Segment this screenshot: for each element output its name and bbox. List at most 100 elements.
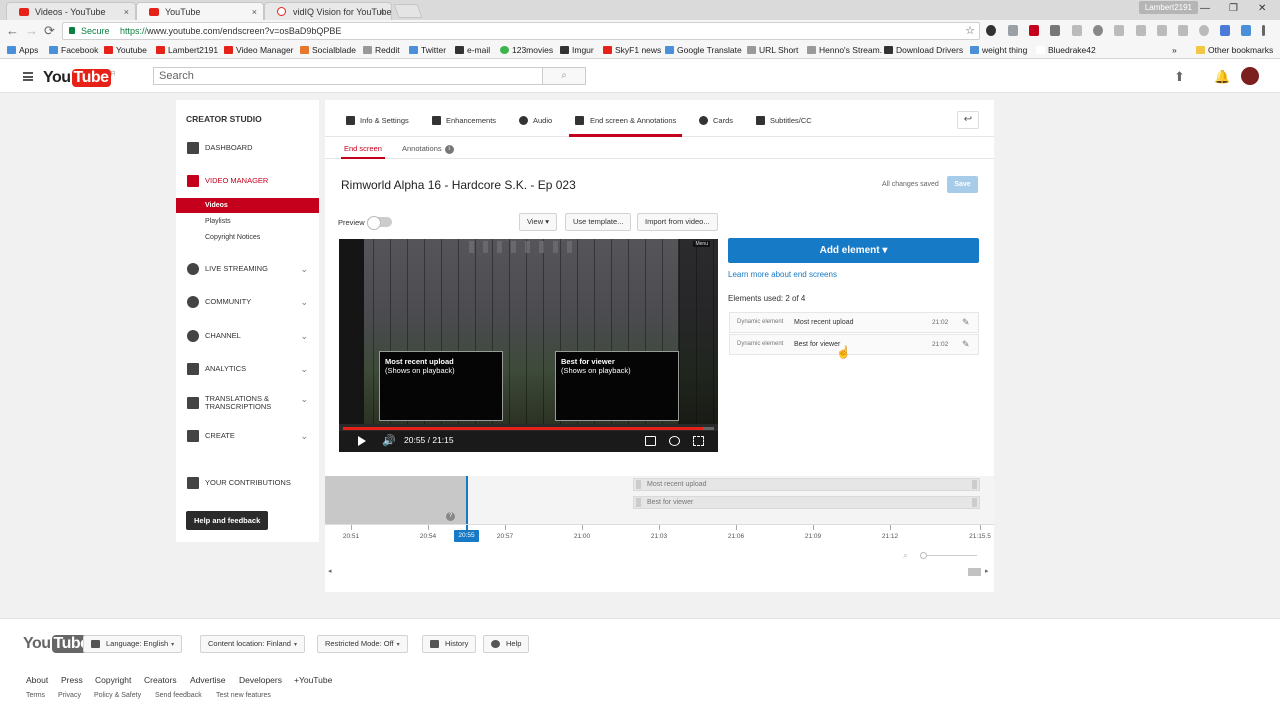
footer-link-developers[interactable]: Developers <box>239 675 282 685</box>
vidiq-extension-icon[interactable] <box>1241 25 1251 36</box>
upload-icon[interactable]: ⬆ <box>1174 69 1185 85</box>
add-element-button[interactable]: Add element ▾ <box>728 238 979 263</box>
video-progress-bar[interactable] <box>343 427 714 430</box>
use-template-button[interactable]: Use template... <box>565 213 632 231</box>
info-icon[interactable]: i <box>444 144 454 154</box>
extension-icon[interactable] <box>1050 25 1060 36</box>
extension-icon[interactable] <box>1008 25 1018 36</box>
bookmarks-more-icon[interactable]: » <box>1172 44 1177 57</box>
bookmark-reddit[interactable]: Reddit <box>363 44 400 57</box>
help-icon[interactable]: ? <box>446 512 455 521</box>
bookmark-apps[interactable]: Apps <box>7 44 38 57</box>
import-from-video-button[interactable]: Import from video... <box>637 213 718 231</box>
sidebar-sub-copyright[interactable]: Copyright Notices <box>176 230 319 245</box>
sidebar-item-create[interactable]: CREATE ⌄ <box>176 428 319 444</box>
search-button[interactable]: ⌕ <box>542 67 586 85</box>
hamburger-menu-icon[interactable] <box>23 72 33 81</box>
timeline[interactable]: Most recent upload Best for viewer ? <box>325 476 994 524</box>
profile-badge[interactable]: Lambert2191 <box>1138 1 1198 14</box>
sidebar-item-contributions[interactable]: YOUR CONTRIBUTIONS <box>176 475 319 491</box>
minimize-icon[interactable]: — <box>1200 3 1210 14</box>
browser-tab-vidiq[interactable]: vidIQ Vision for YouTube × <box>264 2 392 20</box>
bookmark-henno[interactable]: Henno's Stream. <box>807 44 882 57</box>
timeline-scrollbar[interactable]: ◂ ▸ <box>328 568 991 576</box>
pencil-edit-icon[interactable]: ✎ <box>962 313 970 332</box>
footer-link-test-features[interactable]: Test new features <box>216 692 271 699</box>
extension-icon[interactable] <box>1220 25 1230 36</box>
bookmark-youtube[interactable]: Youtube <box>104 44 147 57</box>
bookmark-star-icon[interactable]: ☆ <box>965 23 975 39</box>
learn-more-link[interactable]: Learn more about end screens <box>728 270 837 279</box>
scroll-right-icon[interactable]: ▸ <box>985 567 989 575</box>
footer-link-advertise[interactable]: Advertise <box>190 675 225 685</box>
fullscreen-icon[interactable] <box>693 436 704 446</box>
browser-tab-youtube[interactable]: YouTube × <box>136 2 264 20</box>
bookmark-google-translate[interactable]: Google Translate <box>665 44 742 57</box>
extension-icon[interactable] <box>986 25 996 36</box>
reload-icon[interactable]: ⟳ <box>44 24 55 38</box>
footer-link-terms[interactable]: Terms <box>26 692 45 699</box>
tab-info-settings[interactable]: Info & Settings <box>344 100 409 137</box>
bookmark-imgur[interactable]: Imgur <box>560 44 594 57</box>
timeline-row-best[interactable]: Best for viewer <box>633 496 980 509</box>
element-row-best[interactable]: Dynamic element Best for viewer 21:02 ✎ <box>729 334 979 355</box>
volume-icon[interactable]: 🔊 <box>382 434 396 447</box>
footer-link-policy[interactable]: Policy & Safety <box>94 692 141 699</box>
sidebar-sub-playlists[interactable]: Playlists <box>176 214 319 229</box>
notifications-bell-icon[interactable]: 🔔 <box>1214 69 1230 85</box>
footer-link-feedback[interactable]: Send feedback <box>155 692 202 699</box>
bookmark-skyf1[interactable]: SkyF1 news <box>603 44 661 57</box>
extension-icon[interactable] <box>1072 25 1082 36</box>
close-icon[interactable]: × <box>380 3 385 20</box>
sidebar-item-video-manager[interactable]: VIDEO MANAGER <box>176 173 319 189</box>
sidebar-item-channel[interactable]: CHANNEL ⌄ <box>176 328 319 344</box>
video-player[interactable]: Menu Most recent upload (Shows on playbac… <box>339 239 718 452</box>
restore-icon[interactable]: ❐ <box>1229 3 1238 14</box>
bookmark-weight[interactable]: weight thing <box>970 44 1027 57</box>
browser-tab-videos[interactable]: Videos - YouTube × <box>6 2 136 20</box>
avatar[interactable] <box>1241 67 1259 85</box>
footer-link-copyright[interactable]: Copyright <box>95 675 131 685</box>
tab-subtitles[interactable]: Subtitles/CC <box>754 100 812 137</box>
scroll-thumb[interactable] <box>968 568 981 576</box>
tab-enhancements[interactable]: Enhancements <box>430 100 496 137</box>
element-row-recent[interactable]: Dynamic element Most recent upload 21:02… <box>729 312 979 333</box>
bookmark-facebook[interactable]: Facebook <box>49 44 98 57</box>
tab-audio[interactable]: Audio <box>517 100 552 137</box>
extension-icon[interactable] <box>1199 25 1209 36</box>
footer-link-press[interactable]: Press <box>61 675 83 685</box>
restricted-mode-dropdown[interactable]: Restricted Mode: Off ▾ <box>317 635 408 653</box>
bookmark-drivers[interactable]: Download Drivers <box>884 44 963 57</box>
zoom-slider[interactable]: ⌕ <box>903 550 979 560</box>
tab-cards[interactable]: Cards <box>697 100 733 137</box>
extension-icon[interactable] <box>1029 25 1039 36</box>
close-window-icon[interactable]: ✕ <box>1258 3 1266 14</box>
url-field[interactable]: Secure https://www.youtube.com/endscreen… <box>62 22 980 40</box>
extension-icon[interactable] <box>1178 25 1188 36</box>
close-icon[interactable]: × <box>124 3 129 20</box>
sidebar-item-analytics[interactable]: ANALYTICS ⌄ <box>176 361 319 377</box>
forward-icon[interactable]: → <box>25 24 38 38</box>
new-tab-button[interactable] <box>393 4 423 18</box>
settings-gear-icon[interactable] <box>669 436 680 446</box>
bookmark-email[interactable]: e-mail <box>455 44 490 57</box>
bookmark-twitter[interactable]: Twitter <box>409 44 446 57</box>
end-screen-card-recent[interactable]: Most recent upload (Shows on playback) <box>379 351 503 421</box>
scroll-left-icon[interactable]: ◂ <box>328 567 332 575</box>
pencil-edit-icon[interactable]: ✎ <box>962 335 970 354</box>
timeline-row-recent[interactable]: Most recent upload <box>633 478 980 491</box>
back-icon[interactable]: ← <box>6 24 19 38</box>
bookmark-bluedrake[interactable]: Bluedrake42 <box>1036 44 1096 57</box>
close-icon[interactable]: × <box>252 3 257 20</box>
footer-link-about[interactable]: About <box>26 675 48 685</box>
youtube-logo[interactable]: You Tube FI <box>43 69 115 87</box>
footer-link-privacy[interactable]: Privacy <box>58 692 81 699</box>
play-icon[interactable] <box>358 436 366 446</box>
view-dropdown[interactable]: View ▾ <box>519 213 557 231</box>
sidebar-item-community[interactable]: COMMUNITY ⌄ <box>176 294 319 310</box>
subtab-annotations[interactable]: Annotations i <box>399 137 457 159</box>
tab-end-screen-annotations[interactable]: End screen & Annotations <box>569 100 683 137</box>
sidebar-item-dashboard[interactable]: DASHBOARD <box>176 140 319 156</box>
language-dropdown[interactable]: Language: English ▾ <box>83 635 183 653</box>
help-button[interactable]: Help <box>483 635 530 653</box>
